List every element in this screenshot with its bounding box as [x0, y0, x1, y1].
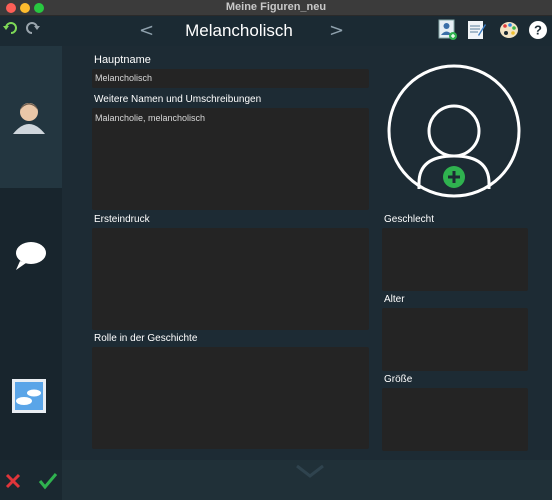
main-form: Hauptname Melancholisch Weitere Namen un… [62, 46, 552, 460]
confirm-checkmark-icon[interactable] [38, 472, 58, 495]
toolbar: < Melancholisch > ? [0, 16, 552, 46]
window-titlebar: Meine Figuren_neu [0, 0, 552, 16]
character-name-title: Melancholisch [185, 21, 293, 40]
cancel-icon[interactable] [5, 473, 21, 494]
weitere-namen-label: Weitere Namen und Umschreibungen [94, 94, 262, 105]
alter-textarea[interactable] [382, 308, 528, 371]
weitere-namen-value: Malancholie, melancholisch [95, 113, 206, 123]
hauptname-label: Hauptname [94, 54, 151, 66]
picture-icon[interactable] [11, 378, 47, 419]
speech-bubble-icon[interactable] [12, 239, 48, 278]
groesse-label: Größe [384, 374, 413, 385]
geschlecht-label: Geschlecht [384, 214, 435, 225]
sidebar [0, 46, 62, 460]
add-character-icon[interactable] [438, 19, 458, 46]
hauptname-input[interactable]: Melancholisch [92, 69, 369, 88]
add-photo-icon[interactable] [440, 163, 468, 196]
alter-label: Alter [384, 294, 405, 305]
redo-icon[interactable] [24, 20, 40, 41]
chevron-down-icon[interactable] [295, 463, 325, 484]
ersteindruck-textarea[interactable] [92, 228, 369, 330]
edit-notes-icon[interactable] [467, 19, 487, 46]
svg-text:?: ? [534, 23, 542, 38]
palette-icon[interactable] [499, 20, 519, 45]
undo-icon[interactable] [3, 20, 19, 41]
help-icon[interactable]: ? [528, 20, 548, 45]
bottom-bar [0, 460, 552, 500]
window-title: Meine Figuren_neu [225, 1, 327, 13]
person-icon[interactable] [9, 96, 49, 141]
groesse-textarea[interactable] [382, 388, 528, 451]
rolle-textarea[interactable] [92, 347, 369, 449]
rolle-label: Rolle in der Geschichte [94, 333, 198, 344]
next-character-button[interactable]: > [329, 20, 344, 41]
bottom-panel [62, 460, 552, 500]
ersteindruck-label: Ersteindruck [94, 214, 150, 225]
geschlecht-textarea[interactable] [382, 228, 528, 291]
weitere-namen-textarea[interactable]: Malancholie, melancholisch [92, 108, 369, 210]
hauptname-value: Melancholisch [95, 73, 153, 83]
